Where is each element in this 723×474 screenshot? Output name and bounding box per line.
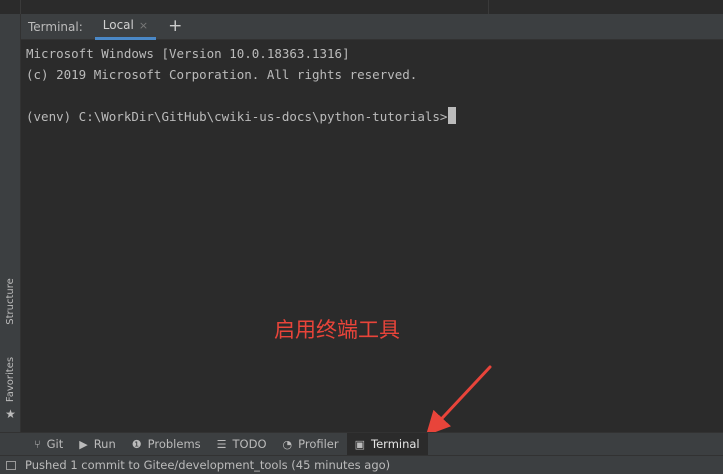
terminal-cursor <box>448 107 457 124</box>
status-message[interactable]: Pushed 1 commit to Gitee/development_too… <box>25 458 390 472</box>
add-tab-icon[interactable]: + <box>168 18 182 35</box>
tool-tab-label: Run <box>93 437 116 451</box>
tool-tab-run[interactable]: ▶ Run <box>71 433 124 456</box>
tool-tab-label: Profiler <box>298 437 339 451</box>
tool-window-bar: ⑂ Git ▶ Run ❶ Problems ☰ TODO ◔ Profiler… <box>0 432 723 456</box>
terminal-line: Microsoft Windows [Version 10.0.18363.13… <box>26 46 350 61</box>
terminal-prompt-line: (venv) C:\WorkDir\GitHub\cwiki-us-docs\p… <box>26 106 723 127</box>
profiler-icon: ◔ <box>282 437 293 451</box>
terminal-prompt: (venv) C:\WorkDir\GitHub\cwiki-us-docs\p… <box>26 109 448 124</box>
tab-local[interactable]: Local × <box>94 13 157 40</box>
terminal-icon: ▣ <box>354 437 366 451</box>
favorites-tab-label: Favorites <box>5 356 17 402</box>
run-icon: ▶ <box>79 437 88 451</box>
tool-tab-label: Git <box>46 437 64 451</box>
tool-tab-label: TODO <box>232 437 267 451</box>
terminal-output[interactable]: Microsoft Windows [Version 10.0.18363.13… <box>21 40 723 432</box>
tool-tab-todo[interactable]: ☰ TODO <box>209 433 275 456</box>
terminal-header: Terminal: Local × + <box>21 13 723 40</box>
top-strip-segment <box>0 0 21 14</box>
editor-top-strip <box>0 0 723 14</box>
tool-tab-label: Problems <box>147 437 201 451</box>
structure-tool-tab[interactable]: Structure <box>0 266 21 336</box>
tool-tab-terminal[interactable]: ▣ Terminal <box>346 432 428 456</box>
git-branch-icon: ⑂ <box>34 437 41 451</box>
tool-tab-git[interactable]: ⑂ Git <box>26 433 71 456</box>
problems-icon: ❶ <box>131 437 142 451</box>
terminal-title: Terminal: <box>28 19 83 34</box>
layout-toggle-icon[interactable] <box>6 460 16 470</box>
todo-icon: ☰ <box>216 437 227 451</box>
tab-local-label: Local <box>102 18 134 32</box>
status-bar: Pushed 1 commit to Gitee/development_too… <box>0 455 723 474</box>
top-strip-segment <box>21 0 489 14</box>
tool-tab-problems[interactable]: ❶ Problems <box>124 433 209 456</box>
close-icon[interactable]: × <box>139 19 148 32</box>
tool-tab-profiler[interactable]: ◔ Profiler <box>275 433 347 456</box>
favorites-tool-tab[interactable]: Favorites <box>0 354 21 404</box>
left-tool-strip: Structure Favorites ★ <box>0 14 21 432</box>
star-icon[interactable]: ★ <box>0 406 21 422</box>
annotation-label: 启用终端工具 <box>274 318 400 342</box>
tool-tab-label: Terminal <box>371 437 420 451</box>
terminal-line: (c) 2019 Microsoft Corporation. All righ… <box>26 67 418 82</box>
structure-tab-label: Structure <box>5 277 16 325</box>
